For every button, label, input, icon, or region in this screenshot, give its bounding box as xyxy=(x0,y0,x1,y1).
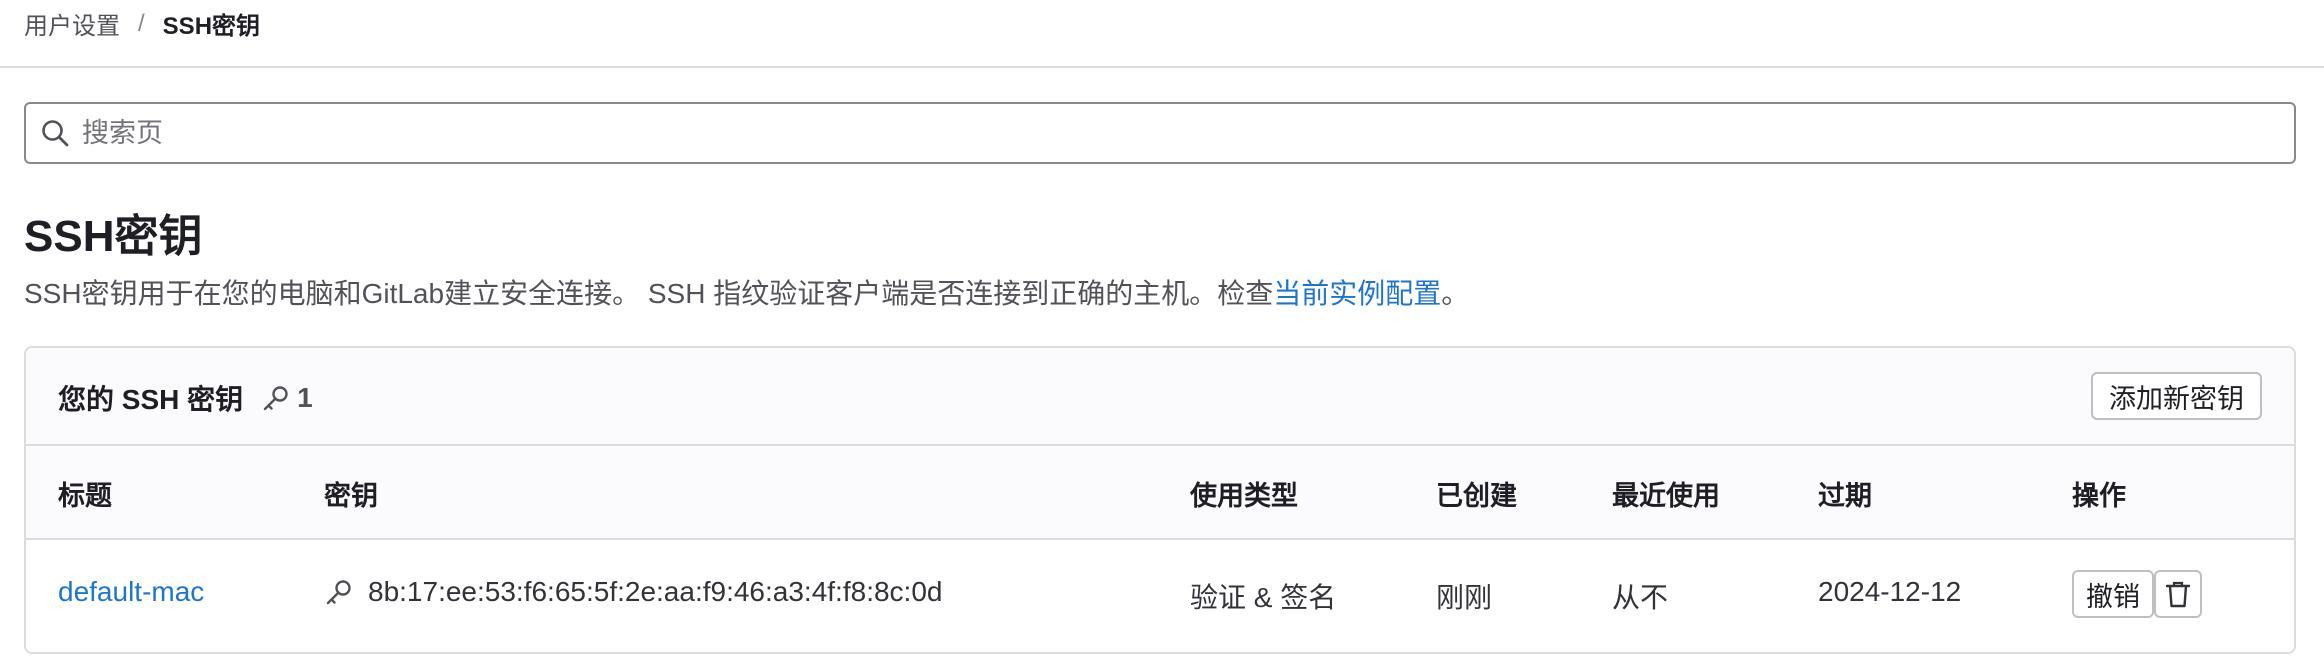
last-used-cell: 从不 xyxy=(1612,582,1669,613)
created-cell: 刚刚 xyxy=(1436,582,1493,613)
delete-button[interactable] xyxy=(2154,570,2202,618)
description-end: 。 xyxy=(1441,278,1470,309)
column-usage-type: 使用类型 xyxy=(1190,481,1298,511)
table-header: 标题 密钥 使用类型 已创建 最近使用 过期 操作 xyxy=(26,446,2294,540)
breadcrumb-separator: / xyxy=(138,9,145,37)
search-input[interactable] xyxy=(80,116,2294,150)
card-title-text: 您的 SSH 密钥 xyxy=(58,384,244,415)
expires-cell: 2024-12-12 xyxy=(1818,576,1962,607)
key-count-value: 1 xyxy=(297,382,313,413)
key-icon xyxy=(263,386,288,411)
ssh-keys-card: 您的 SSH 密钥 1 添加新密钥 标题 密钥 使用类型 已创建 最近使用 过期… xyxy=(24,346,2296,654)
card-title: 您的 SSH 密钥 1 xyxy=(58,378,313,418)
breadcrumb-current: SSH密钥 xyxy=(162,13,261,40)
column-key: 密钥 xyxy=(324,481,378,511)
column-actions: 操作 xyxy=(2072,481,2126,511)
breadcrumb-user-settings[interactable]: 用户设置 xyxy=(24,6,120,41)
trash-icon xyxy=(2165,581,2191,608)
instance-config-link[interactable]: 当前实例配置 xyxy=(1273,278,1441,309)
key-fingerprint-cell: 8b:17:ee:53:f6:65:5f:2e:aa:f9:46:a3:4f:f… xyxy=(324,576,942,608)
column-created: 已创建 xyxy=(1436,481,1517,511)
table-row: default-mac 8b:17:ee:53:f6:65:5f:2e:aa:f… xyxy=(26,540,2294,652)
column-title: 标题 xyxy=(58,481,112,511)
key-icon xyxy=(326,580,351,605)
page-description: SSH密钥用于在您的电脑和GitLab建立安全连接。 SSH 指纹验证客户端是否… xyxy=(24,272,1469,312)
description-text: SSH密钥用于在您的电脑和GitLab建立安全连接。 SSH 指纹验证客户端是否… xyxy=(24,278,1274,309)
add-new-key-button[interactable]: 添加新密钥 xyxy=(2091,372,2262,420)
search-icon xyxy=(40,117,72,149)
column-last-used: 最近使用 xyxy=(1612,481,1720,511)
card-header: 您的 SSH 密钥 1 添加新密钥 xyxy=(26,348,2294,446)
usage-type-cell: 验证 & 签名 xyxy=(1190,582,1337,613)
key-title-cell: default-mac xyxy=(58,576,204,608)
key-fingerprint: 8b:17:ee:53:f6:65:5f:2e:aa:f9:46:a3:4f:f… xyxy=(368,576,943,607)
search-bar xyxy=(24,102,2296,164)
top-bar: 用户设置 / SSH密钥 xyxy=(0,0,2324,68)
column-expires: 过期 xyxy=(1818,481,1872,511)
key-count: 1 xyxy=(261,382,313,414)
key-title-link[interactable]: default-mac xyxy=(58,576,204,608)
breadcrumb: 用户设置 / SSH密钥 xyxy=(24,6,260,41)
revoke-button[interactable]: 撤销 xyxy=(2072,570,2154,618)
page-title: SSH密钥 xyxy=(24,212,203,261)
